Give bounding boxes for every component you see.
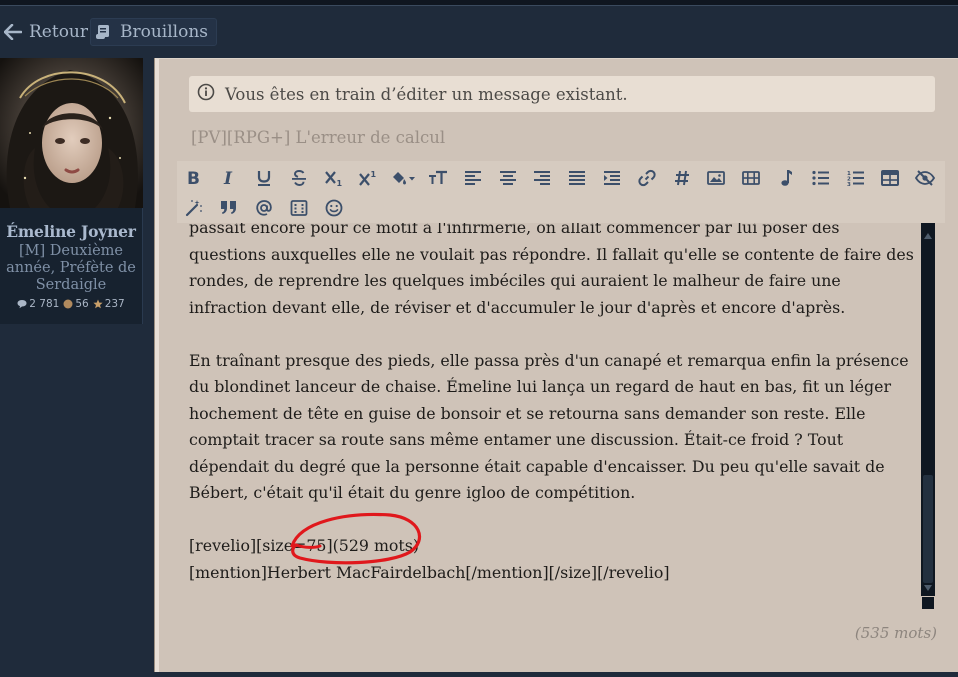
info-banner: Vous êtes en train d’éditer un message e…	[189, 76, 935, 112]
star-icon	[93, 299, 103, 309]
message-textarea[interactable]: passait encore pour ce motif à l'infirme…	[189, 219, 919, 609]
align-center-icon[interactable]	[490, 165, 525, 191]
video-icon[interactable]	[734, 165, 769, 191]
svg-text:3: 3	[847, 182, 851, 186]
svg-text:B: B	[187, 169, 200, 187]
code-icon[interactable]	[281, 195, 316, 221]
message-count: 2 781	[17, 298, 59, 310]
hashtag-icon[interactable]	[664, 165, 699, 191]
hide-icon[interactable]	[908, 165, 943, 191]
superscript-icon[interactable]: 1	[351, 165, 386, 191]
link-icon[interactable]	[629, 165, 664, 191]
back-button[interactable]: Retour	[0, 18, 96, 46]
scrollbar[interactable]	[921, 219, 935, 609]
subject-input[interactable]: [PV][RPG+] L'erreur de calcul	[191, 128, 445, 147]
align-justify-icon[interactable]	[560, 165, 595, 191]
word-count: (535 mots)	[854, 624, 937, 642]
svg-text:I: I	[223, 169, 233, 187]
user-card: Émeline Joyner [M] Deuxième année, Préfè…	[0, 58, 143, 324]
emoji-icon[interactable]	[316, 195, 351, 221]
table-icon[interactable]	[873, 165, 908, 191]
mention-icon[interactable]	[247, 195, 282, 221]
image-icon[interactable]	[699, 165, 734, 191]
indent-icon[interactable]	[595, 165, 630, 191]
coin-icon	[63, 299, 73, 309]
align-left-icon[interactable]	[455, 165, 490, 191]
numbered-list-icon[interactable]: 123	[838, 165, 873, 191]
scroll-icon	[95, 24, 113, 40]
info-text: Vous êtes en train d’éditer un message e…	[225, 84, 628, 104]
align-right-icon[interactable]	[525, 165, 560, 191]
bbcode-block: [revelio][size=75](529 mots) [mention]He…	[189, 533, 919, 586]
star-count: 237	[93, 298, 125, 310]
coin-count: 56	[63, 298, 89, 310]
arrow-left-icon	[4, 24, 22, 40]
scroll-up-arrow[interactable]	[924, 233, 932, 239]
resize-handle[interactable]	[921, 596, 935, 610]
svg-text:1: 1	[336, 179, 342, 187]
bullet-list-icon[interactable]	[803, 165, 838, 191]
svg-text:1: 1	[371, 170, 377, 179]
bold-icon[interactable]: B	[177, 165, 212, 191]
clear-format-icon[interactable]	[177, 195, 212, 221]
editor-toolbar: B I 1 1 1 2 3	[177, 161, 945, 223]
editor-panel: Vous êtes en train d’éditer un message e…	[155, 58, 958, 672]
strikethrough-icon[interactable]	[281, 165, 316, 191]
subscript-icon[interactable]: 1	[316, 165, 351, 191]
underline-icon[interactable]	[247, 165, 282, 191]
drafts-button[interactable]: Brouillons	[90, 18, 218, 46]
italic-icon[interactable]: I	[212, 165, 247, 191]
top-edge	[0, 0, 958, 6]
user-name[interactable]: Émeline Joyner	[0, 222, 142, 241]
info-icon	[197, 83, 215, 105]
user-stats: 2 781 56 237	[0, 298, 142, 310]
back-label: Retour	[29, 22, 89, 42]
fill-color-icon[interactable]	[386, 165, 421, 191]
bbcode-line: [revelio][size=75](529 mots)	[189, 536, 420, 555]
drafts-label: Brouillons	[120, 22, 209, 42]
font-size-icon[interactable]	[421, 165, 456, 191]
music-icon[interactable]	[769, 165, 804, 191]
speech-bubble-icon	[17, 300, 27, 309]
scroll-thumb[interactable]	[923, 475, 933, 583]
avatar[interactable]	[0, 58, 143, 208]
paragraph: En traînant presque des pieds, elle pass…	[189, 350, 909, 503]
paragraph: passait encore pour ce motif à l'infirme…	[189, 219, 914, 317]
bbcode-line: [mention]Herbert MacFairdelbach[/mention…	[189, 562, 670, 582]
user-rank: [M] Deuxième année, Préfète de Serdaigle	[6, 243, 136, 293]
quote-icon[interactable]	[212, 195, 247, 221]
scroll-down-arrow[interactable]	[924, 585, 932, 591]
